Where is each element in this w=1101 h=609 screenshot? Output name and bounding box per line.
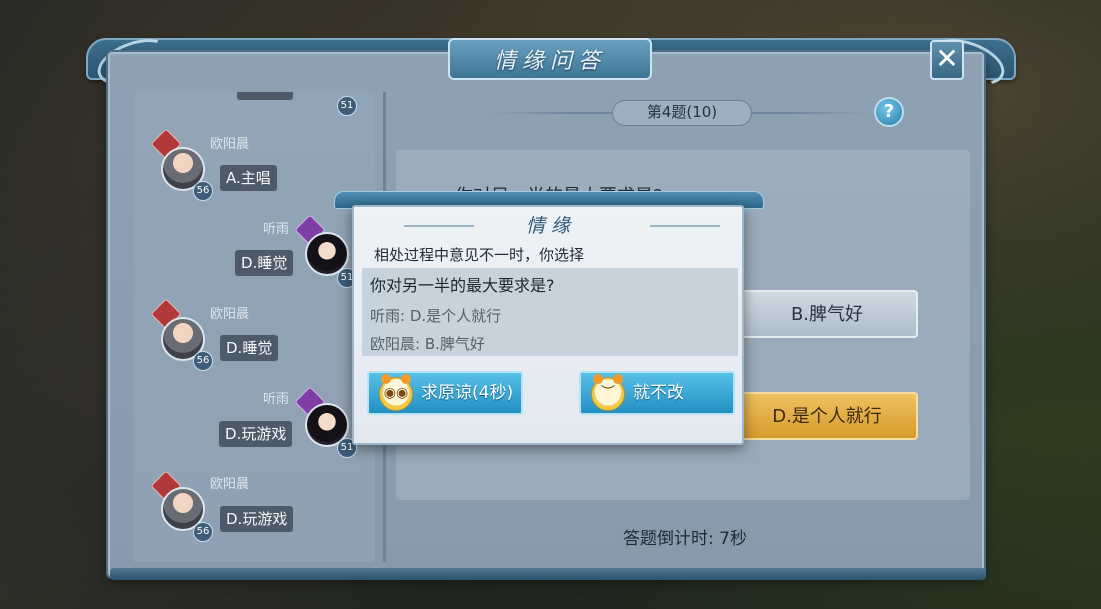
window-title: 情缘问答 (448, 38, 652, 80)
chat-sender-name: 听雨 (263, 392, 290, 407)
chat-bubble: D.睡觉 (235, 250, 294, 276)
answer-countdown: 答题倒计时: 7秒 (623, 529, 747, 549)
level-badge: 56 (193, 522, 213, 542)
option-b-button[interactable]: B.脾气好 (736, 290, 918, 338)
window-frame-bottom (110, 568, 986, 580)
level-badge: 56 (193, 181, 213, 201)
chat-sender-name: 欧阳晨 (210, 307, 250, 322)
chat-sender-name: 欧阳晨 (210, 477, 250, 492)
popup-title-ornament (650, 225, 720, 227)
close-button[interactable]: ✕ (930, 40, 964, 80)
popup-answer-line: 听雨: D.是个人就行 (370, 307, 502, 325)
crying-face-icon: ◉◉ (379, 374, 413, 411)
level-badge: 51 (337, 96, 357, 116)
popup-title-ornament (404, 225, 474, 227)
chat-sender-name: 欧阳晨 (210, 137, 250, 152)
help-button[interactable]: ? (874, 97, 904, 127)
popup-question: 你对另一半的最大要求是? (370, 276, 555, 295)
option-d-button[interactable]: D.是个人就行 (736, 392, 918, 440)
chat-bubble: A.主唱 (220, 165, 277, 191)
chat-bubble: D.睡觉 (220, 335, 279, 361)
popup-subtitle: 相处过程中意见不一时，你选择 (374, 246, 585, 264)
popup-answer-line: 欧阳晨: B.脾气好 (370, 335, 485, 353)
smug-face-icon: ︶ (591, 374, 625, 411)
chat-bubble-partial (237, 92, 293, 100)
question-number-label: 第4题(10) (612, 100, 752, 126)
chat-bubble: D.玩游戏 (220, 506, 294, 532)
popup-title: 情缘 (525, 215, 576, 237)
chat-bubble: D.玩游戏 (219, 421, 293, 447)
chat-sender-name: 听雨 (263, 222, 290, 237)
level-badge: 56 (193, 351, 213, 371)
